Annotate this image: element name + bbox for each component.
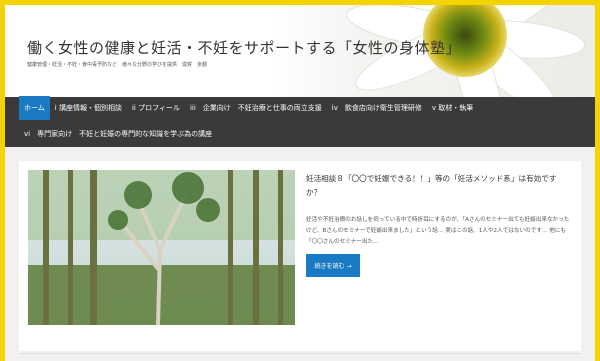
main-content: 妊活相談８「〇〇で妊娠できる！！」等の「妊活メソッド系」は有効ですか？ 妊活や不… [5, 147, 595, 361]
nav-item-profile[interactable]: ii プロフィール [127, 97, 185, 119]
nav-row-2: vi 専門家向け 不妊と妊娠の専門的な知識を学ぶ為の講座 [19, 123, 217, 145]
nav-item-professional[interactable]: vi 専門家向け 不妊と妊娠の専門的な知識を学ぶ為の講座 [19, 123, 217, 145]
site-description: 健康管理・妊活・不妊・食中毒予防など 様々な分野の学びを提供 滋賀 京都 [27, 62, 208, 68]
site-header: 働く女性の健康と妊活・不妊をサポートする「女性の身体塾」 健康管理・妊活・不妊・… [5, 5, 595, 97]
page-frame: 働く女性の健康と妊活・不妊をサポートする「女性の身体塾」 健康管理・妊活・不妊・… [5, 5, 595, 361]
post-thumbnail[interactable] [28, 170, 295, 325]
site-title[interactable]: 働く女性の健康と妊活・不妊をサポートする「女性の身体塾」 [27, 37, 461, 58]
divider [19, 353, 581, 354]
nav-item-courses[interactable]: i 講座情報・個別相談 [50, 97, 127, 119]
post-card: 妊活相談８「〇〇で妊娠できる！！」等の「妊活メソッド系」は有効ですか？ 妊活や不… [19, 161, 581, 351]
nav-item-media[interactable]: v 取材・執筆 [427, 97, 478, 119]
nav-item-restaurant[interactable]: iv 飲食店向け衛生管理研修 [327, 97, 427, 119]
post-title[interactable]: 妊活相談８「〇〇で妊娠できる！！」等の「妊活メソッド系」は有効ですか？ [306, 172, 571, 200]
read-more-button[interactable]: 続きを読む → [306, 254, 360, 277]
nav-item-corporate[interactable]: iii 企業向け 不妊治療と仕事の両立支援 [185, 97, 327, 119]
nav-item-home[interactable]: ホーム [19, 96, 50, 120]
main-navigation: ホーム i 講座情報・個別相談 ii プロフィール iii 企業向け 不妊治療と… [5, 96, 595, 147]
nav-row-1: ホーム i 講座情報・個別相談 ii プロフィール iii 企業向け 不妊治療と… [19, 96, 478, 120]
post-excerpt: 妊活や不妊治療のお話しを伺っている中で時折耳にするのが、「Aさんのセミナー出ても… [306, 217, 570, 245]
